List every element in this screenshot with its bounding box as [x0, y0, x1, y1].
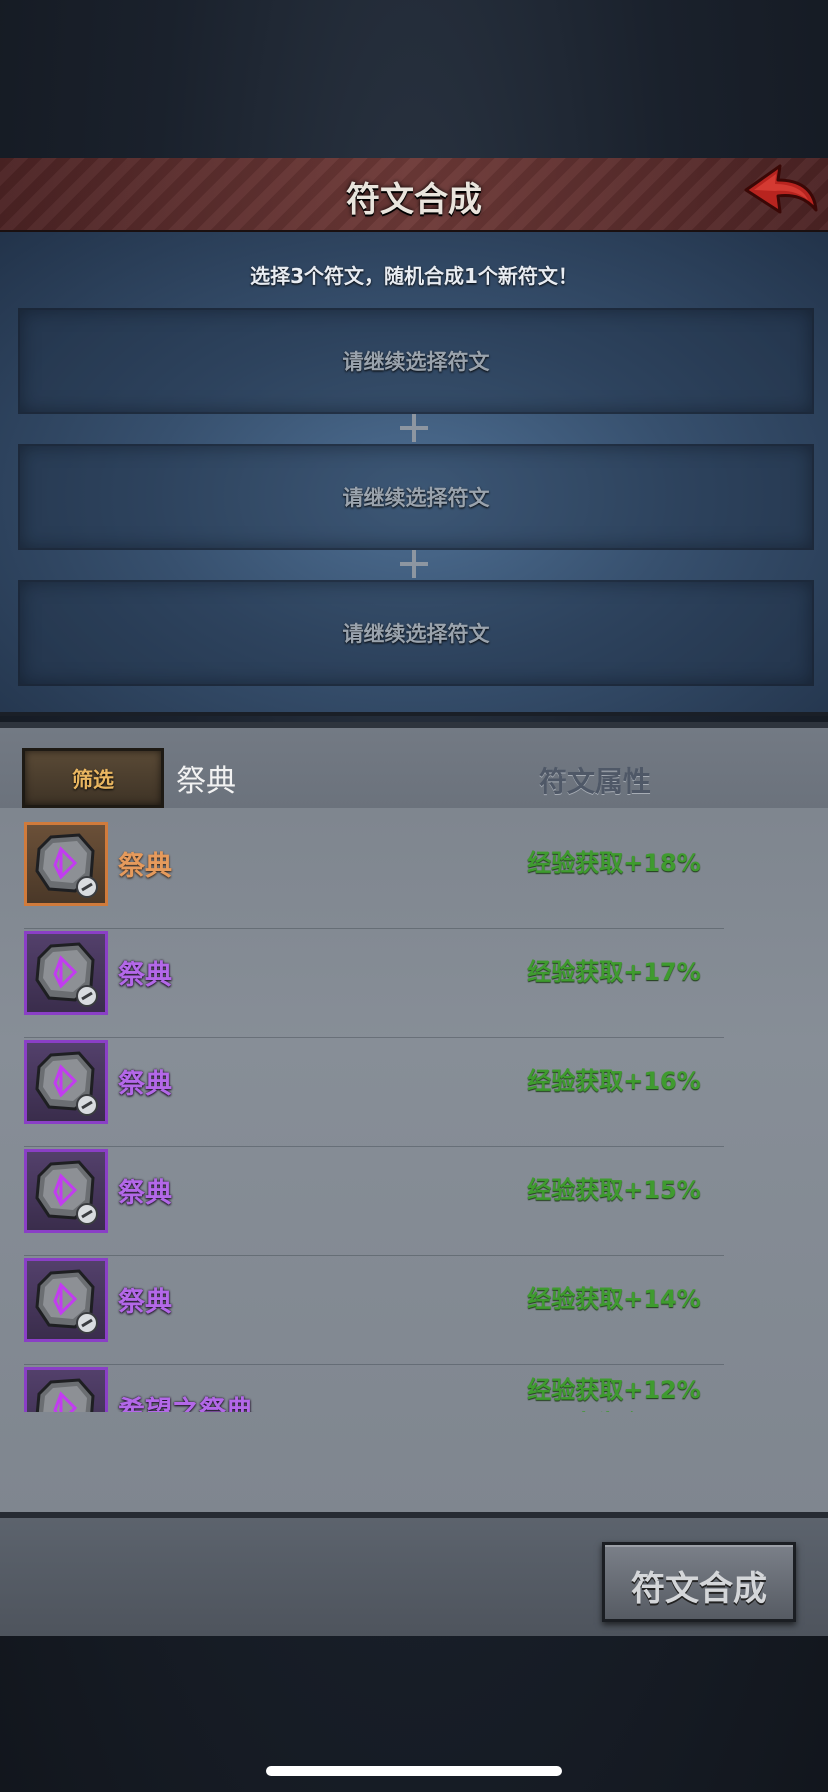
page-title: 符文合成 — [346, 180, 482, 220]
rune-stone-icon — [35, 1160, 98, 1225]
home-indicator[interactable] — [266, 1766, 562, 1776]
rune-stone-icon — [35, 1051, 98, 1116]
instruction-text: 选择3个符文，随机合成1个新符文！ — [250, 264, 578, 288]
rune-icon-frame[interactable] — [24, 1149, 108, 1233]
rune-attribute: 经验获取+18% — [527, 849, 701, 877]
back-button[interactable] — [740, 160, 820, 222]
rune-icon-frame[interactable] — [24, 1040, 108, 1124]
filter-button-label: 筛选 — [72, 768, 114, 792]
rune-name: 祭典 — [118, 1178, 172, 1209]
rune-attributes: 经验获取+14% — [494, 1282, 734, 1316]
rune-list-item[interactable]: 祭典 经验获取+16% — [24, 1038, 724, 1147]
title-banner: 符文合成 — [0, 158, 828, 233]
rune-attribute: 经验获取+16% — [527, 1067, 701, 1095]
rune-stone-icon — [35, 1378, 95, 1412]
rune-icon-frame[interactable] — [24, 1367, 108, 1412]
red-back-arrow-icon — [744, 164, 818, 214]
rune-icon-frame[interactable] — [24, 931, 108, 1015]
rune-slot-1[interactable]: 请继续选择符文 — [18, 308, 814, 414]
rune-attribute: 经验获取+17% — [527, 958, 701, 986]
slot-placeholder: 请继续选择符文 — [342, 622, 490, 646]
current-filter-text: 祭典 — [176, 764, 236, 799]
rune-attribute: 经验获取+12% — [527, 1376, 701, 1404]
plus-icon — [400, 414, 428, 442]
rune-attribute: 经验获取+15% — [527, 1176, 701, 1204]
rune-list-item[interactable]: 祭典 经验获取+14% — [24, 1256, 724, 1365]
rune-slot-3[interactable]: 请继续选择符文 — [18, 580, 814, 686]
rune-slot-2[interactable]: 请继续选择符文 — [18, 444, 814, 550]
rune-selection-panel: 选择3个符文，随机合成1个新符文！ 请继续选择符文 请继续选择符文 请继续选择符… — [0, 232, 828, 716]
rune-attributes: 经验获取+17% — [494, 955, 734, 989]
rune-list[interactable]: 祭典 经验获取+18% 祭典 经验获取+17% 祭典 经验获取+16% 祭典 经验获取+15%… — [0, 820, 828, 1412]
list-header: 筛选 祭典 符文属性 — [0, 728, 828, 808]
rune-name: 希望之祭典 — [118, 1396, 253, 1412]
rune-name: 祭典 — [118, 1069, 172, 1100]
rune-list-item[interactable]: 祭典 经验获取+15% — [24, 1147, 724, 1256]
rune-attributes: 经验获取+12% 最大生命+6 — [494, 1373, 734, 1412]
rune-name: 祭典 — [118, 1287, 172, 1318]
game-screen: 符文合成 选择3个符文，随机合成1个新符文！ 请继续选择符文 请继续选择符文 请… — [0, 0, 828, 1792]
compose-rune-button[interactable]: 符文合成 — [602, 1542, 796, 1622]
rune-name: 祭典 — [118, 851, 172, 882]
rune-stone-icon — [35, 942, 98, 1007]
filter-button[interactable]: 筛选 — [22, 748, 164, 808]
bottom-action-bar: 符文合成 — [0, 1512, 828, 1636]
compose-button-label: 符文合成 — [631, 1569, 767, 1609]
rune-attributes: 经验获取+18% — [494, 846, 734, 880]
rune-icon-frame[interactable] — [24, 1258, 108, 1342]
rune-list-panel: 筛选 祭典 符文属性 祭典 经验获取+18% 祭典 经验获取+17% 祭典 经验获取+16… — [0, 722, 828, 1518]
rune-attribute: 经验获取+14% — [527, 1285, 701, 1313]
slot-placeholder: 请继续选择符文 — [342, 350, 490, 374]
plus-icon — [400, 550, 428, 578]
rune-stone-icon — [35, 833, 98, 898]
rune-stone-icon — [35, 1269, 98, 1334]
rune-name: 祭典 — [118, 960, 172, 991]
slot-placeholder: 请继续选择符文 — [342, 486, 490, 510]
rune-attributes-header: 符文属性 — [538, 765, 651, 798]
rune-attributes: 经验获取+16% — [494, 1064, 734, 1098]
rune-attribute: 最大生命+6 — [494, 1407, 734, 1412]
rune-list-item[interactable]: 希望之祭典经验获取+12%最大生命+6 — [24, 1365, 724, 1412]
rune-list-item[interactable]: 祭典 经验获取+18% — [24, 820, 724, 929]
rune-list-item[interactable]: 祭典 经验获取+17% — [24, 929, 724, 1038]
rune-icon-frame[interactable] — [24, 822, 108, 906]
rune-attributes: 经验获取+15% — [494, 1173, 734, 1207]
